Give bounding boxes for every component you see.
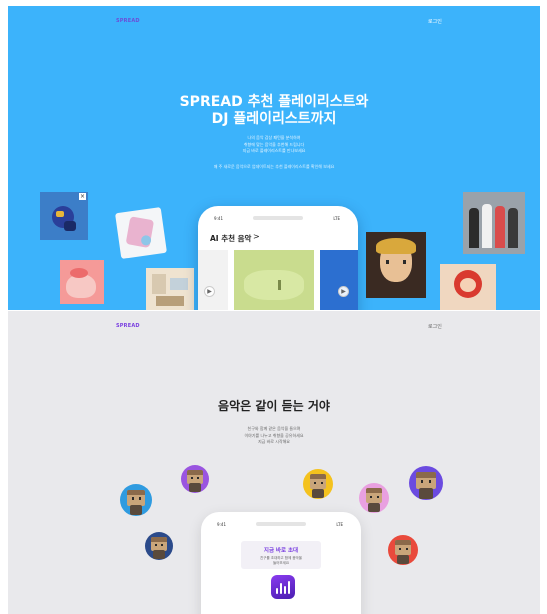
social-login-link[interactable]: 로그인 bbox=[428, 323, 442, 330]
friend-avatar-yellow[interactable] bbox=[303, 469, 333, 499]
hero-title-line2: DJ 플레이리스트까지 bbox=[211, 111, 337, 127]
friend-avatar-red[interactable] bbox=[388, 535, 418, 565]
hero-title-line1: SPREAD 추천 플레이리스트와 bbox=[179, 94, 369, 110]
phone-mockup-invite: 9:41 LTE 지금 바로 초대 친구를 초대하고 함께 음악을 들어보세요 bbox=[201, 512, 361, 614]
friend-avatar-blue[interactable] bbox=[120, 484, 152, 516]
phone-status-signal: LTE bbox=[333, 216, 340, 221]
hero-login-link[interactable]: 로그인 bbox=[428, 18, 442, 25]
phone-status-time: 9:41 bbox=[214, 216, 223, 221]
phone-status-signal: LTE bbox=[336, 522, 343, 527]
album-art-portrait bbox=[366, 232, 426, 298]
phone-album-right[interactable]: ▶ bbox=[320, 250, 358, 310]
album-art-pink-figure bbox=[115, 207, 167, 259]
hero-title: SPREAD 추천 플레이리스트와 DJ 플레이리스트까지 bbox=[8, 94, 540, 128]
friend-avatar-violet[interactable] bbox=[409, 466, 443, 500]
album-art-blue-bird: × bbox=[40, 192, 88, 240]
album-art-group-photo bbox=[463, 192, 525, 254]
phone-status-time: 9:41 bbox=[217, 522, 226, 527]
social-logo[interactable]: SPREAD bbox=[116, 323, 140, 329]
hero-desc-line3: 지금 바로 플레이리스트를 만나보세요 bbox=[242, 148, 306, 154]
hero-section: SPREAD 로그인 SPREAD 추천 플레이리스트와 DJ 플레이리스트까지… bbox=[8, 6, 540, 310]
phone-album-center[interactable] bbox=[234, 250, 314, 310]
friend-avatar-pink[interactable] bbox=[359, 483, 389, 513]
play-icon[interactable]: ▶ bbox=[204, 286, 215, 297]
close-icon[interactable]: × bbox=[79, 193, 86, 200]
album-art-room bbox=[146, 268, 194, 310]
social-desc-line3: 지금 바로 시작해요 bbox=[258, 439, 290, 445]
phone-mockup-recommend: 9:41 LTE AI 추천 음악 > ▶ ▶ bbox=[198, 206, 358, 310]
hero-description: 나의 음악 감상 패턴을 분석하여 취향에 맞는 음악을 추천해 드립니다 지금… bbox=[8, 135, 540, 155]
social-description: 친구와 함께 같은 음악을 들으며 이야기를 나누고 취향을 공유하세요 지금 … bbox=[8, 426, 540, 446]
phone-notch bbox=[253, 216, 303, 220]
social-desc-line1: 친구와 함께 같은 음악을 들으며 bbox=[247, 426, 301, 431]
ai-recommend-title[interactable]: AI 추천 음악 bbox=[210, 233, 251, 244]
hero-logo[interactable]: SPREAD bbox=[116, 18, 140, 24]
hero-desc-line1: 나의 음악 감상 패턴을 분석하여 bbox=[247, 135, 301, 140]
social-section: SPREAD 로그인 음악은 같이 듣는 거야 친구와 함께 같은 음악을 들으… bbox=[8, 311, 540, 614]
play-icon[interactable]: ▶ bbox=[338, 286, 349, 297]
chevron-right-icon[interactable]: > bbox=[253, 232, 260, 241]
hero-note: 매 주 새로운 음악으로 업데이트되는 추천 플레이리스트를 확인해 보세요 bbox=[213, 164, 335, 169]
social-title: 음악은 같이 듣는 거야 bbox=[218, 399, 330, 413]
album-art-red-character bbox=[440, 264, 496, 310]
invite-sub-line2: 들어보세요 bbox=[272, 561, 290, 565]
invite-card[interactable]: 지금 바로 초대 친구를 초대하고 함께 음악을 들어보세요 bbox=[241, 541, 321, 569]
invite-title: 지금 바로 초대 bbox=[263, 548, 299, 554]
phone-album-left[interactable]: ▶ bbox=[198, 250, 228, 310]
phone-notch bbox=[256, 522, 306, 526]
album-art-coral-abstract bbox=[60, 260, 104, 304]
friend-avatar-navy[interactable] bbox=[145, 532, 173, 560]
friend-avatar-purple[interactable] bbox=[181, 465, 209, 493]
invite-subtitle: 친구를 초대하고 함께 음악을 들어보세요 bbox=[241, 556, 321, 566]
page: SPREAD 로그인 SPREAD 추천 플레이리스트와 DJ 플레이리스트까지… bbox=[0, 0, 547, 614]
spread-app-icon[interactable] bbox=[271, 575, 295, 599]
